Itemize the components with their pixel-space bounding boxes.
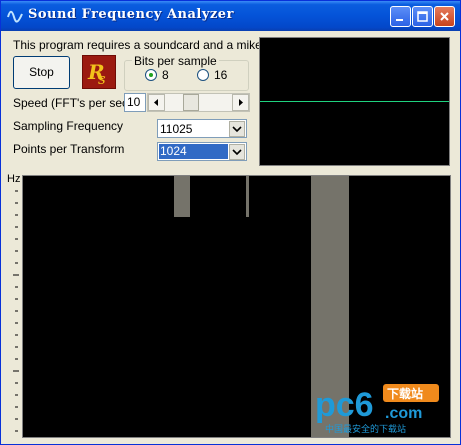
points-per-transform-select[interactable]: 1024 (157, 142, 247, 161)
watermark-sub: 下载站 (387, 386, 423, 401)
title-bar[interactable]: Sound Frequency Analyzer (1, 1, 460, 31)
spectrum-display: pc6 下载站 .com 中国最安全的下载站 (22, 175, 451, 438)
svg-text:s: s (98, 70, 106, 88)
hz-axis-label: Hz (7, 173, 21, 185)
client-area: This program requires a soundcard and a … (4, 31, 457, 442)
sine-wave-icon (7, 10, 23, 23)
spectrum-bar (246, 176, 249, 217)
sampling-dropdown-button[interactable] (229, 121, 245, 137)
close-icon (440, 12, 449, 21)
logo-icon: R s (87, 60, 106, 88)
pc6-watermark: pc6 下载站 .com 中国最安全的下载站 (315, 384, 439, 435)
points-label: Points per Transform (13, 142, 125, 156)
watermark-tagline: 中国最安全的下载站 (325, 423, 406, 435)
waveform-display (259, 37, 450, 166)
speed-scrollbar[interactable] (147, 93, 250, 112)
maximize-button[interactable] (412, 6, 433, 27)
minimize-icon (396, 19, 403, 21)
scroll-thumb[interactable] (183, 94, 199, 111)
spectrum-bar (174, 176, 190, 217)
waveform-trace (260, 101, 449, 102)
speed-label: Speed (FFT's per sec) (13, 96, 132, 110)
watermark-brand: pc6 (315, 386, 374, 424)
scroll-right-button[interactable] (232, 94, 249, 111)
bits-group-label: Bits per sample (132, 54, 219, 68)
watermark-domain: .com (385, 405, 422, 422)
radio-selected-dot (149, 73, 153, 77)
speed-value-field[interactable]: 10 (124, 93, 146, 112)
sampling-value: 11025 (160, 122, 193, 136)
app-window: Sound Frequency Analyzer This program re… (0, 0, 461, 445)
stop-button[interactable]: Stop (13, 56, 70, 89)
radio-8-bit[interactable] (145, 69, 157, 81)
radio-8-label: 8 (162, 68, 169, 82)
requirement-text: This program requires a soundcard and a … (13, 38, 262, 52)
app-logo: R s (82, 55, 116, 89)
arrow-right-icon (239, 99, 243, 106)
window-title: Sound Frequency Analyzer (28, 7, 234, 22)
close-button[interactable] (434, 6, 455, 27)
radio-16-bit[interactable] (197, 69, 209, 81)
points-value: 1024 (159, 144, 228, 159)
sampling-label: Sampling Frequency (13, 119, 124, 133)
chevron-down-icon (232, 126, 242, 133)
radio-16-label: 16 (214, 68, 228, 82)
chevron-down-icon (232, 149, 242, 156)
arrow-left-icon (154, 99, 158, 106)
minimize-button[interactable] (390, 6, 411, 27)
frequency-tick-scale (13, 190, 19, 432)
points-dropdown-button[interactable] (229, 144, 245, 160)
scroll-left-button[interactable] (148, 94, 165, 111)
maximize-icon (417, 11, 428, 22)
sampling-frequency-select[interactable]: 11025 (157, 119, 247, 138)
